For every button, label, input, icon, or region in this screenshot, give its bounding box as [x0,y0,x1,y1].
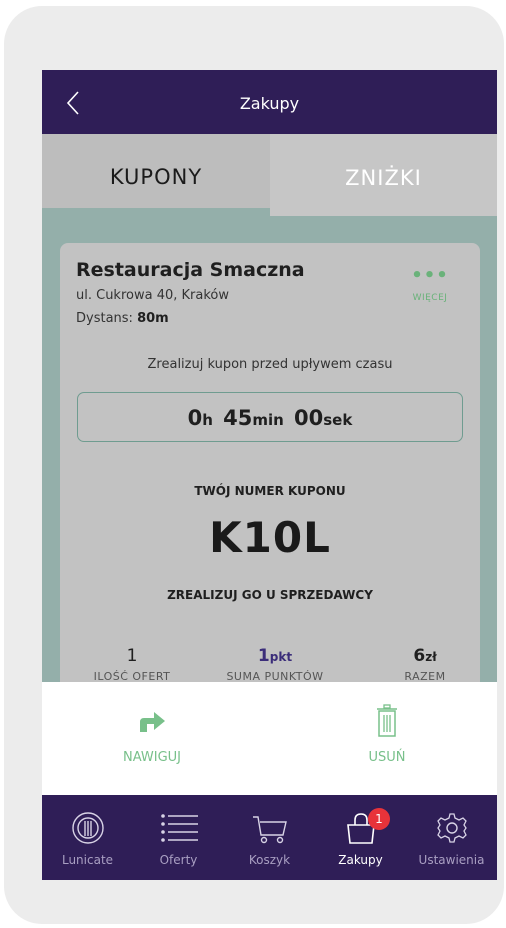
coupon-code: K10L [209,513,331,562]
timer-minutes-unit: min [252,411,284,429]
list-icon [161,814,198,842]
page-title: Zakupy [239,94,300,113]
timer-seconds: 00 [294,406,324,430]
coupon-code-label: TWÓJ NUMER KUPONU [194,484,346,498]
nav-label-lunicate: Lunicate [61,853,114,867]
restaurant-address: ul. Cukrowa 40, Kraków [76,288,229,303]
bottom-navigation: Lunicate Oferty Koszyk 1 Zakupy Ustawien… [42,795,497,880]
more-dots-icon: ••• [411,265,449,286]
navigate-button[interactable]: NAWIGUJ [52,682,252,795]
stat-points-value-wrap: 1pkt [210,646,340,666]
timer-hours-unit: h [202,411,213,429]
timer-seconds-unit: sek [323,411,353,429]
restaurant-name: Restauracja Smaczna [76,259,305,281]
cart-icon [253,816,287,844]
trash-icon [377,704,397,737]
more-label: WIĘCEJ [412,293,448,303]
redeem-hint: Zrealizuj kupon przed upływem czasu [147,357,393,372]
coupon-code-instruction: ZREALIZUJ GO U SPRZEDAWCY [167,588,373,602]
stat-total: 6zł RAZEM [380,646,470,683]
chevron-left-icon [66,91,79,115]
delete-button[interactable]: USUŃ [287,682,487,795]
lunicate-logo-icon [72,812,104,844]
stat-total-unit: zł [425,650,437,664]
timer-minutes: 45 [223,406,253,430]
nav-item-lunicate[interactable]: Lunicate [42,795,133,880]
action-bar: NAWIGUJ USUŃ [42,682,497,795]
nav-item-cart[interactable]: Koszyk [224,795,315,880]
nav-label-settings: Ustawienia [418,853,485,867]
stat-points-unit: pkt [269,650,293,664]
app-header: Zakupy [42,70,497,134]
nav-item-settings[interactable]: Ustawienia [406,795,497,880]
back-button[interactable] [64,90,84,116]
delete-label: USUŃ [368,750,406,765]
turn-right-arrow-icon [140,712,165,732]
coupon-card: Restauracja Smaczna ul. Cukrowa 40, Krak… [60,243,480,713]
navigate-label: NAWIGUJ [122,750,182,765]
countdown-timer: 0h 45min 00sek [77,392,463,442]
phone-frame: Zakupy KUPONY ZNIŻKI Restauracja Smaczna… [4,6,504,924]
tab-coupons[interactable]: KUPONY [42,134,270,208]
nav-item-purchases[interactable]: 1 Zakupy [315,795,406,880]
distance-value: 80m [137,311,169,326]
tab-discounts[interactable]: ZNIŻKI [270,134,497,216]
stat-total-value-wrap: 6zł [380,646,470,666]
restaurant-distance: Dystans: 80m [76,311,169,326]
stat-offers-value-wrap: 1 [72,646,192,666]
more-button[interactable]: ••• WIĘCEJ [390,265,470,304]
tab-bar: KUPONY ZNIŻKI [42,134,497,216]
stat-points: 1pkt SUMA PUNKTÓW [210,646,340,683]
gear-icon [437,813,467,843]
timer-hours: 0 [187,406,203,430]
purchases-count-badge: 1 [368,808,390,830]
nav-label-cart: Koszyk [248,853,291,867]
nav-label-purchases: Zakupy [338,853,383,867]
nav-label-offers: Oferty [159,853,198,867]
stat-offers: 1 ILOŚĆ OFERT [72,646,192,683]
stat-total-value: 6 [413,646,426,666]
nav-item-offers[interactable]: Oferty [133,795,224,880]
distance-label: Dystans: [76,311,133,326]
stat-points-value: 1 [257,646,270,666]
app-screen: Zakupy KUPONY ZNIŻKI Restauracja Smaczna… [42,70,497,880]
stat-offers-value: 1 [126,646,138,666]
